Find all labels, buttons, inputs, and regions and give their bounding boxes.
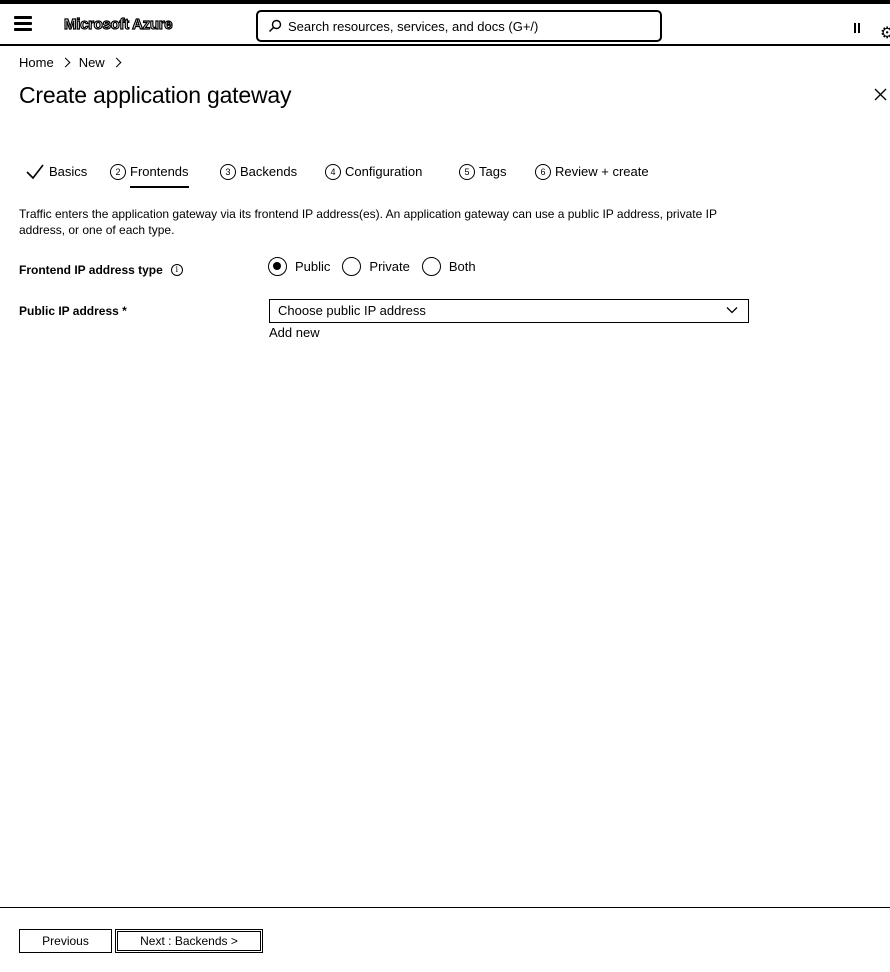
step-number-badge: 6 [535, 164, 551, 180]
breadcrumb: Home New [19, 55, 124, 70]
step-number-badge: 4 [325, 164, 341, 180]
radio-public[interactable]: Public [268, 257, 330, 276]
wizard-tabs: Basics 2 Frontends 3 Backends 4 Configur… [19, 162, 719, 192]
search-icon [268, 19, 282, 33]
radio-label: Both [448, 259, 476, 274]
gear-icon[interactable]: ⚙ [880, 26, 890, 42]
checkmark-icon [26, 164, 44, 180]
footer-divider [0, 907, 890, 908]
tab-backends[interactable]: 3 Backends [220, 162, 297, 192]
hamburger-menu-icon[interactable] [14, 16, 32, 34]
radio-button-checked[interactable] [268, 257, 287, 276]
next-backends-button[interactable]: Next : Backends > [115, 929, 263, 953]
close-icon[interactable] [872, 86, 888, 102]
tab-label: Basics [49, 164, 88, 179]
step-number-badge: 5 [459, 164, 475, 180]
tab-label: Review + create [555, 164, 649, 179]
page-title: Create application gateway [19, 82, 292, 108]
tab-configuration[interactable]: 4 Configuration [325, 162, 422, 192]
add-new-public-ip-link[interactable]: Add new [269, 325, 320, 340]
tab-label: Backends [240, 164, 298, 179]
pause-icon[interactable] [854, 20, 862, 33]
previous-button[interactable]: Previous [19, 929, 112, 953]
breadcrumb-new[interactable]: New [79, 55, 105, 70]
tab-label: Tags [479, 164, 507, 179]
radio-button[interactable] [342, 257, 362, 276]
radio-button[interactable] [421, 257, 441, 276]
tab-review-create[interactable]: 6 Review + create [535, 162, 649, 192]
tab-tags[interactable]: 5 Tags [459, 162, 506, 192]
public-ip-dropdown[interactable]: Choose public IP address [269, 299, 749, 323]
info-icon[interactable]: i [170, 264, 183, 276]
chevron-right-icon [111, 57, 122, 68]
step-number-badge: 2 [110, 164, 126, 180]
field-label-text: Public IP address * [19, 304, 127, 318]
step-number-badge: 3 [220, 164, 236, 180]
breadcrumb-home[interactable]: Home [19, 55, 54, 70]
frontend-ip-type-label: Frontend IP address type i [19, 263, 183, 277]
tab-basics[interactable]: Basics [25, 162, 87, 192]
chevron-right-icon [60, 57, 71, 68]
tab-frontends[interactable]: 2 Frontends [110, 162, 189, 192]
radio-private[interactable]: Private [342, 257, 410, 276]
chevron-down-icon [726, 307, 738, 314]
brand-logo[interactable]: Microsoft Azure [63, 15, 173, 33]
field-label-text: Frontend IP address type [19, 263, 163, 277]
tab-label: Configuration [345, 164, 423, 179]
search-input[interactable]: Search resources, services, and docs (G+… [256, 10, 662, 42]
radio-label: Private [369, 259, 410, 274]
radio-label: Public [295, 259, 331, 274]
public-ip-label: Public IP address * [19, 304, 127, 318]
dropdown-placeholder: Choose public IP address [278, 303, 426, 318]
radio-both[interactable]: Both [421, 257, 476, 276]
search-placeholder: Search resources, services, and docs (G+… [288, 19, 539, 34]
tab-label: Frontends [130, 162, 189, 188]
frontend-ip-type-radio-group: Public Private Both [268, 257, 488, 276]
top-bar: Microsoft Azure Search resources, servic… [0, 0, 890, 46]
frontends-description: Traffic enters the application gateway v… [19, 207, 717, 237]
